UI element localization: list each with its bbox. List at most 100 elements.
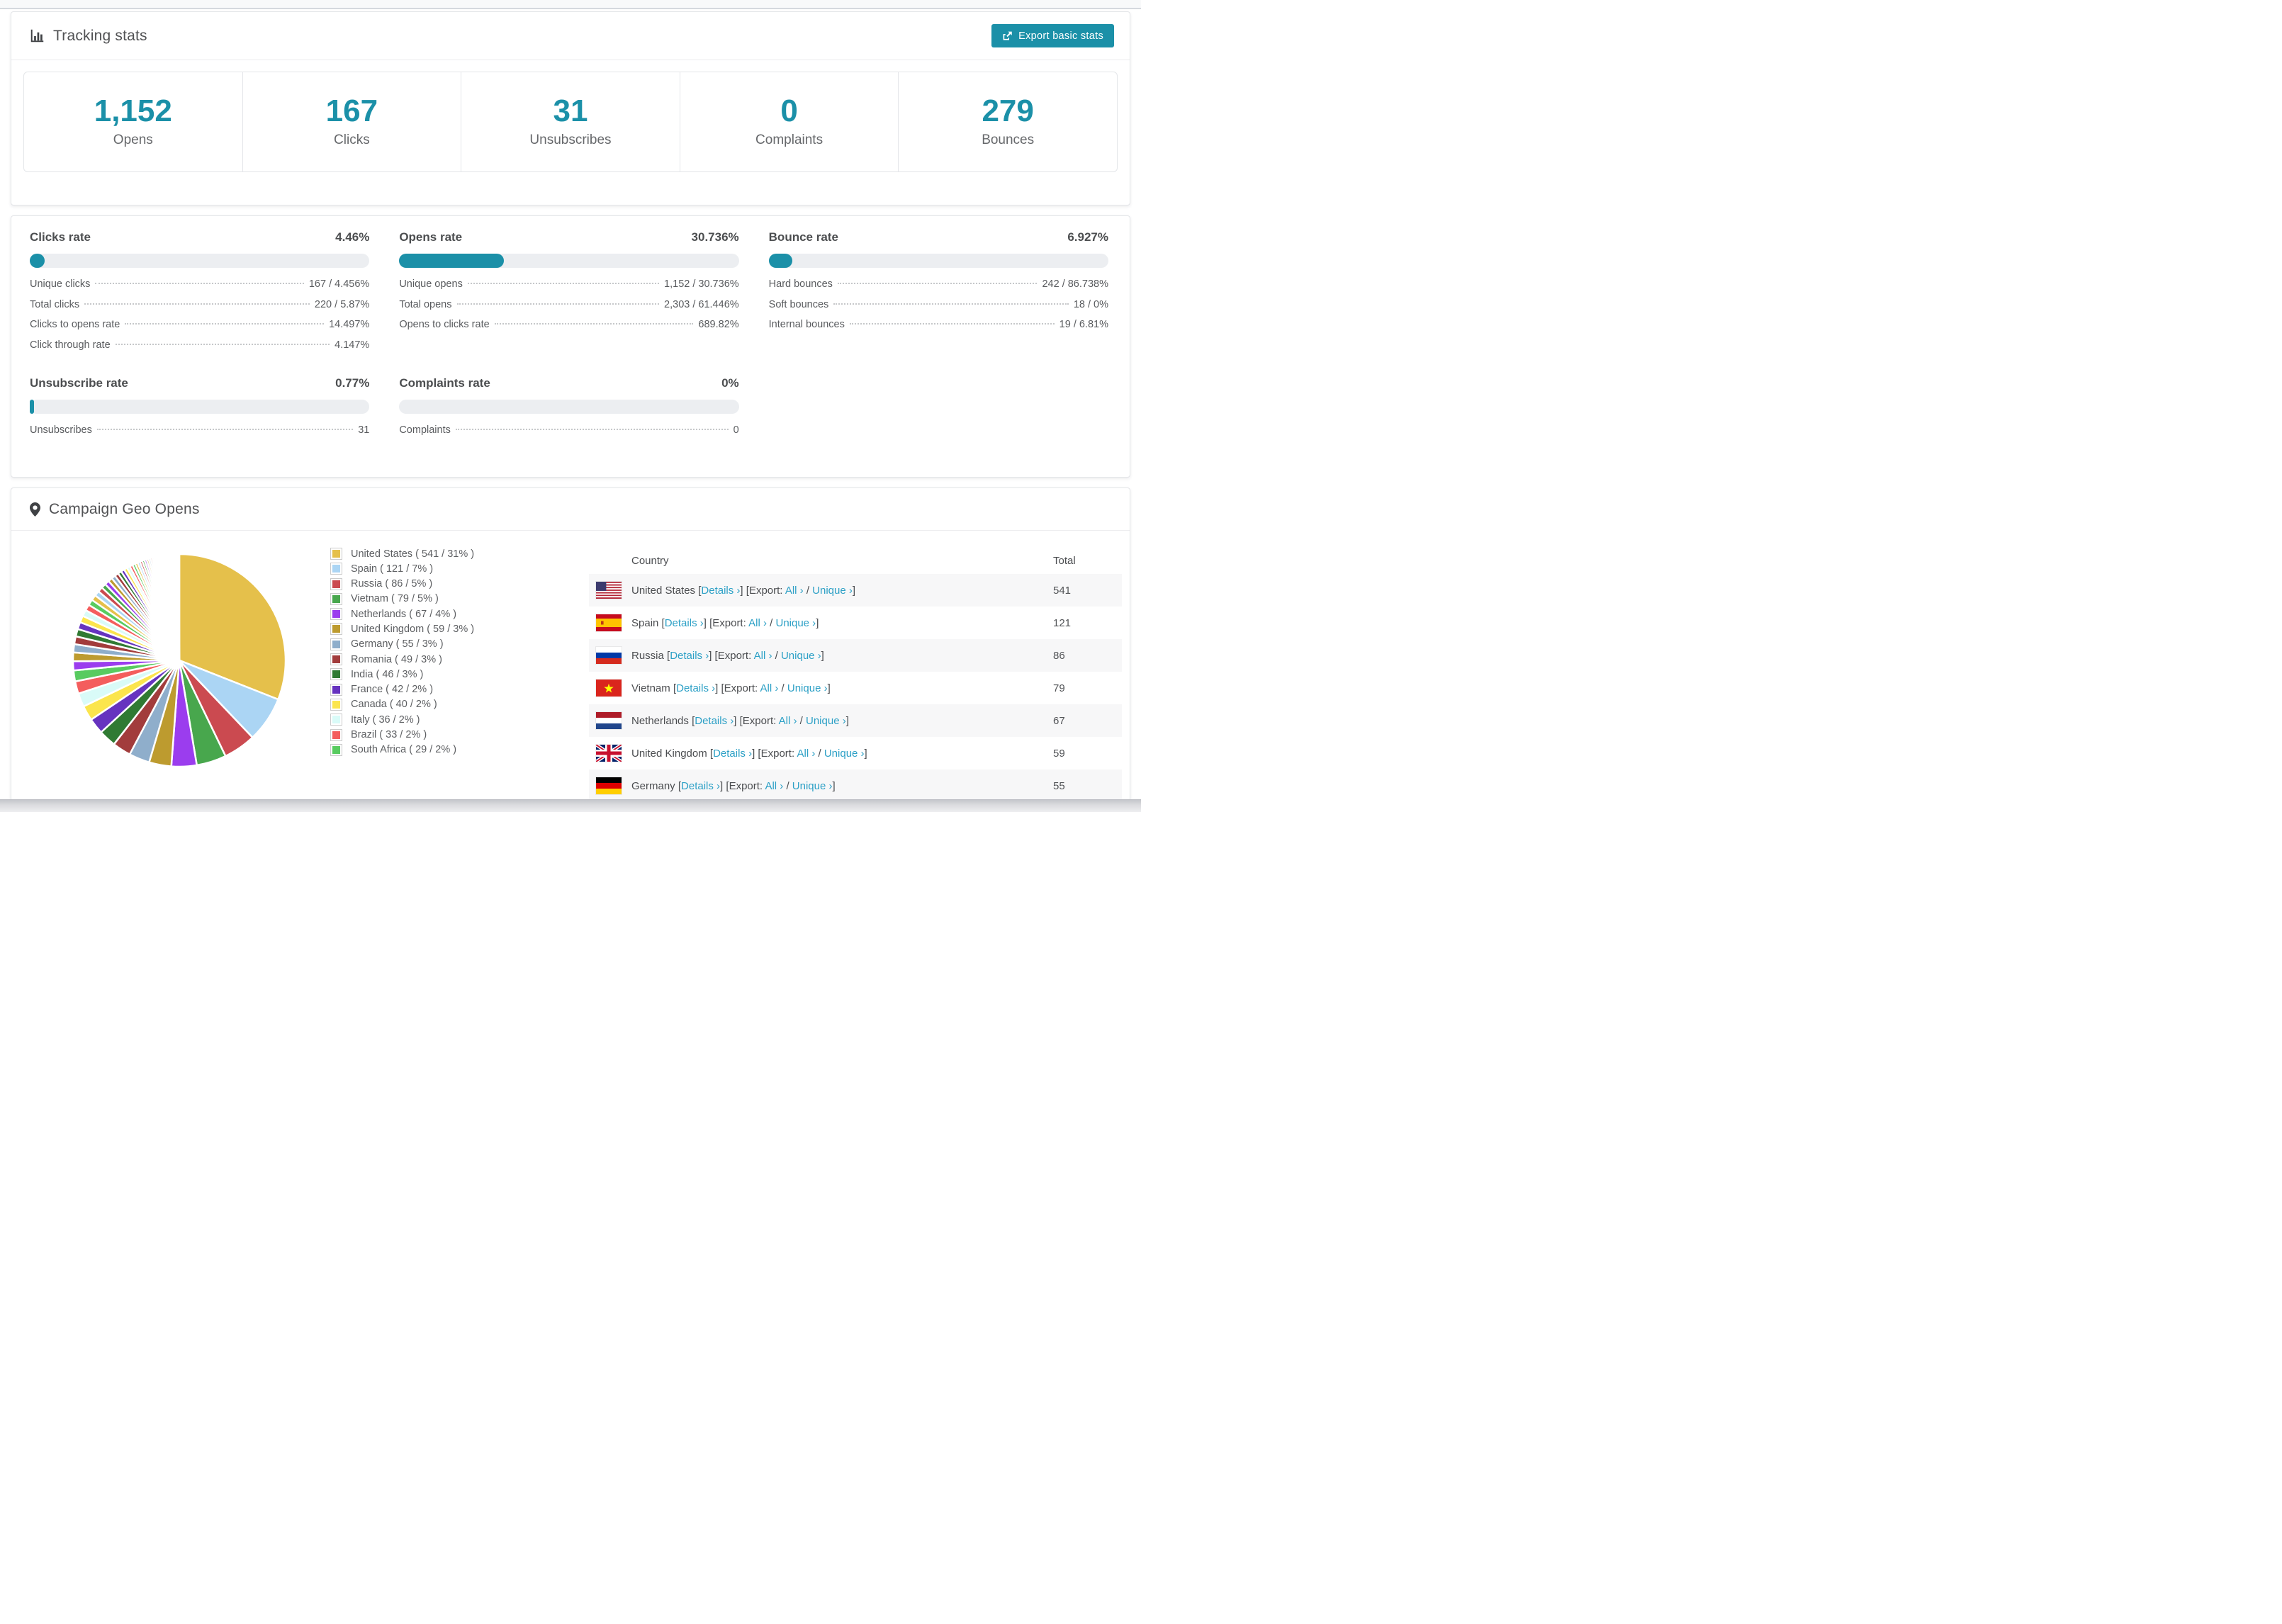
country-name: United States bbox=[631, 584, 696, 597]
legend-item-united-states: United States ( 541 / 31% ) bbox=[330, 548, 474, 560]
rate-detail-label: Unsubscribes bbox=[30, 424, 92, 436]
rate-detail-label: Hard bounces bbox=[768, 278, 833, 290]
legend-item-netherlands: Netherlands ( 67 / 4% ) bbox=[330, 608, 474, 621]
legend-label: Canada ( 40 / 2% ) bbox=[351, 699, 437, 711]
stat-value: 0 bbox=[780, 94, 798, 128]
rate-detail-value: 18 / 0% bbox=[1073, 298, 1108, 310]
legend-label: United States ( 541 / 31% ) bbox=[351, 548, 475, 560]
country-cell: Spain [Details ›] [Export: All › / Uniqu… bbox=[631, 616, 819, 629]
export-unique-link[interactable]: Unique › bbox=[824, 748, 865, 760]
export-unique-link[interactable]: Unique › bbox=[781, 650, 821, 662]
export-unique-link[interactable]: Unique › bbox=[812, 585, 853, 597]
rate-detail-value: 242 / 86.738% bbox=[1042, 278, 1108, 290]
export-basic-stats-button[interactable]: Export basic stats bbox=[991, 24, 1114, 47]
geo-title-wrap: Campaign Geo Opens bbox=[30, 501, 200, 518]
total-cell: 86 bbox=[1053, 649, 1065, 662]
country-cell: Vietnam [Details ›] [Export: All › / Uni… bbox=[631, 682, 831, 694]
details-link[interactable]: Details › bbox=[695, 715, 734, 727]
rate-rows: Hard bounces 242 / 86.738% Soft bounces … bbox=[769, 278, 1108, 339]
export-icon bbox=[1003, 31, 1012, 40]
dotted-leader bbox=[494, 323, 694, 325]
details-link[interactable]: Details › bbox=[701, 585, 740, 597]
legend-item-germany: Germany ( 55 / 3% ) bbox=[330, 638, 474, 650]
country-cell: Netherlands [Details ›] [Export: All › /… bbox=[631, 714, 849, 727]
dotted-leader bbox=[84, 303, 310, 305]
stat-value: 31 bbox=[553, 94, 588, 128]
export-unique-link[interactable]: Unique › bbox=[787, 682, 828, 694]
country-name: Spain bbox=[631, 616, 659, 629]
legend-item-brazil: Brazil ( 33 / 2% ) bbox=[330, 728, 474, 741]
rate-detail-label: Internal bounces bbox=[768, 319, 845, 330]
rate-value: 6.927% bbox=[1067, 230, 1108, 244]
rate-detail-value: 14.497% bbox=[329, 319, 370, 330]
stat-label: Bounces bbox=[982, 132, 1035, 147]
total-cell: 79 bbox=[1053, 682, 1065, 694]
rate-detail-row: Internal bounces 19 / 6.81% bbox=[769, 319, 1108, 339]
geo-table-row-united-kingdom: United Kingdom [Details ›] [Export: All … bbox=[589, 737, 1122, 769]
dotted-leader bbox=[837, 283, 1038, 284]
rate-detail-value: 0 bbox=[733, 424, 739, 436]
legend-item-russia: Russia ( 86 / 5% ) bbox=[330, 577, 474, 590]
dotted-leader bbox=[96, 429, 354, 430]
geo-table-header: Country Total bbox=[589, 548, 1122, 574]
export-unique-link[interactable]: Unique › bbox=[806, 715, 846, 727]
legend-item-united-kingdom: United Kingdom ( 59 / 3% ) bbox=[330, 623, 474, 636]
tracking-stats-card: Tracking stats Export basic stats 1,152 … bbox=[11, 11, 1130, 205]
export-all-link[interactable]: All › bbox=[779, 715, 797, 727]
legend-label: Germany ( 55 / 3% ) bbox=[351, 638, 444, 650]
dotted-leader bbox=[115, 343, 330, 345]
export-label: Export: bbox=[712, 616, 746, 629]
progress-fill bbox=[30, 254, 45, 268]
flag-nl-icon bbox=[596, 712, 622, 729]
dotted-leader bbox=[467, 283, 660, 284]
geo-body: United States ( 541 / 31% ) Spain ( 121 … bbox=[11, 531, 1130, 812]
stat-value: 1,152 bbox=[94, 94, 172, 128]
details-link[interactable]: Details › bbox=[670, 650, 709, 662]
rate-detail-label: Clicks to opens rate bbox=[30, 319, 120, 330]
export-unique-link[interactable]: Unique › bbox=[775, 617, 816, 629]
legend-swatch bbox=[330, 563, 342, 575]
stat-label: Complaints bbox=[755, 132, 824, 147]
export-all-link[interactable]: All › bbox=[785, 585, 804, 597]
dotted-leader bbox=[833, 303, 1069, 305]
geo-table-row-germany: Germany [Details ›] [Export: All › / Uni… bbox=[589, 769, 1122, 802]
country-column-header: Country bbox=[631, 555, 669, 567]
rate-detail-label: Click through rate bbox=[30, 339, 111, 351]
progress-track bbox=[30, 400, 370, 414]
campaign-geo-opens-card: Campaign Geo Opens United States ( 541 /… bbox=[11, 487, 1130, 812]
dotted-leader bbox=[455, 429, 729, 430]
rate-detail-value: 2,303 / 61.446% bbox=[664, 298, 739, 310]
details-link[interactable]: Details › bbox=[665, 617, 704, 629]
rate-detail-label: Total clicks bbox=[30, 298, 80, 310]
legend-label: Spain ( 121 / 7% ) bbox=[351, 563, 434, 575]
top-edge-strip bbox=[0, 0, 1141, 9]
rate-head: Bounce rate 6.927% bbox=[769, 230, 1108, 244]
progress-fill bbox=[30, 400, 34, 414]
rate-title: Complaints rate bbox=[399, 376, 490, 390]
details-link[interactable]: Details › bbox=[713, 748, 752, 760]
export-all-link[interactable]: All › bbox=[765, 780, 783, 792]
geo-table-row-united-states: United States [Details ›] [Export: All ›… bbox=[589, 574, 1122, 607]
stats-summary-row: 1,152 Opens 167 Clicks 31 Unsubscribes 0… bbox=[23, 72, 1118, 172]
export-label: Export: bbox=[760, 747, 795, 760]
export-unique-link[interactable]: Unique › bbox=[792, 780, 833, 792]
total-cell: 541 bbox=[1053, 584, 1072, 597]
export-all-link[interactable]: All › bbox=[797, 748, 815, 760]
export-label: Export: bbox=[742, 714, 777, 727]
country-name: United Kingdom bbox=[631, 747, 707, 760]
geo-table-row-vietnam: Vietnam [Details ›] [Export: All › / Uni… bbox=[589, 672, 1122, 704]
rate-block-clicks-rate: Clicks rate 4.46% Unique clicks 167 / 4.… bbox=[30, 230, 370, 359]
export-all-link[interactable]: All › bbox=[760, 682, 779, 694]
details-link[interactable]: Details › bbox=[676, 682, 715, 694]
rate-detail-label: Complaints bbox=[399, 424, 451, 436]
export-all-link[interactable]: All › bbox=[754, 650, 772, 662]
geo-table-row-spain: Spain [Details ›] [Export: All › / Uniqu… bbox=[589, 607, 1122, 639]
country-cell: United States [Details ›] [Export: All ›… bbox=[631, 584, 856, 597]
country-name: Vietnam bbox=[631, 682, 670, 694]
geo-section-title: Campaign Geo Opens bbox=[49, 500, 200, 517]
rate-block-unsubscribe-rate: Unsubscribe rate 0.77% Unsubscribes 31 bbox=[30, 376, 370, 445]
details-link[interactable]: Details › bbox=[681, 780, 720, 792]
rate-detail-row: Clicks to opens rate 14.497% bbox=[30, 319, 369, 339]
rates-card: Clicks rate 4.46% Unique clicks 167 / 4.… bbox=[11, 215, 1130, 478]
export-all-link[interactable]: All › bbox=[748, 617, 767, 629]
